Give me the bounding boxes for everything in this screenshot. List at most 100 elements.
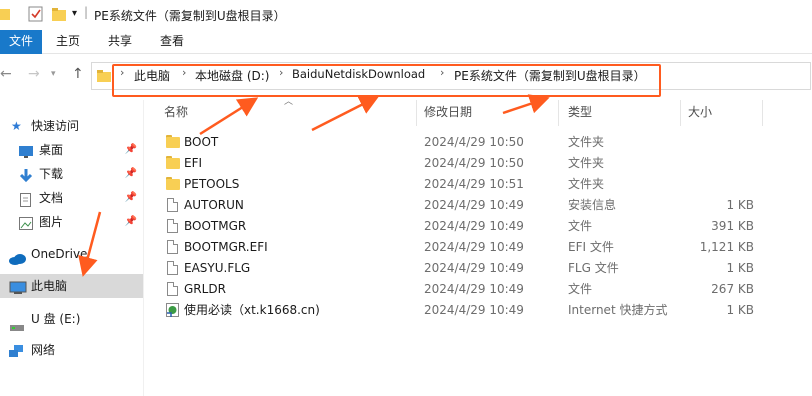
file-type: 文件夹 (568, 177, 605, 191)
folder-icon (166, 156, 180, 171)
sidebar-item-this-pc[interactable]: 此电脑 (0, 274, 143, 298)
file-row[interactable]: BOOTMGR.EFI 2024/4/29 10:49 EFI 文件 1,121 KB (160, 237, 760, 258)
file-date: 2024/4/29 10:49 (424, 261, 524, 275)
new-folder-icon[interactable] (51, 6, 67, 25)
file-type: 文件夹 (568, 135, 605, 149)
cloud-icon (9, 249, 27, 273)
tab-home[interactable]: 主页 (52, 30, 84, 54)
navigation-bar: ← → ▾ ↑ › 此电脑 › 本地磁盘 (D:) › BaiduNetdisk… (0, 54, 812, 98)
file-date: 2024/4/29 10:49 (424, 282, 524, 296)
sidebar-item-label: OneDrive (31, 247, 88, 261)
sidebar-item-label: 文档 (39, 191, 64, 205)
breadcrumb-local-disk[interactable]: 本地磁盘 (D:) (195, 67, 269, 84)
file-row[interactable]: PETOOLS 2024/4/29 10:51 文件夹 (160, 174, 760, 195)
pin-icon[interactable]: 📌 (125, 138, 137, 162)
file-type: EFI 文件 (568, 240, 614, 254)
pin-icon[interactable]: 📌 (125, 186, 137, 210)
star-icon: ★ (11, 119, 22, 133)
file-name: 使用必读（xt.k1668.cn) (184, 303, 320, 317)
breadcrumb-chevron-icon[interactable]: › (279, 66, 283, 79)
sidebar-item-quick-access[interactable]: ★ 快速访问 (0, 114, 143, 138)
network-icon (9, 343, 25, 367)
file-type: 文件 (568, 282, 593, 296)
column-header-name[interactable]: 名称 (164, 100, 188, 124)
sidebar-item-label: 图片 (39, 215, 64, 229)
folder-icon (166, 135, 180, 150)
file-row[interactable]: AUTORUN 2024/4/29 10:49 安装信息 1 KB (160, 195, 760, 216)
file-date: 2024/4/29 10:49 (424, 240, 524, 254)
column-divider[interactable] (558, 100, 559, 126)
arrow-to-local-disk (199, 97, 259, 136)
pin-icon[interactable]: 📌 (125, 162, 137, 186)
pane-divider[interactable] (143, 100, 144, 396)
file-row[interactable]: BOOTMGR 2024/4/29 10:49 文件 391 KB (160, 216, 760, 237)
file-name: PETOOLS (184, 177, 240, 191)
recent-locations-chevron-icon[interactable]: ▾ (51, 69, 56, 79)
file-type: Internet 快捷方式 (568, 303, 668, 317)
file-type: 文件 (568, 219, 593, 233)
file-date: 2024/4/29 10:49 (424, 219, 524, 233)
file-row[interactable]: EASYU.FLG 2024/4/29 10:49 FLG 文件 1 KB (160, 258, 760, 279)
file-name: EFI (184, 156, 203, 170)
file-size: 1 KB (726, 261, 754, 275)
tab-share[interactable]: 共享 (104, 30, 136, 54)
breadcrumb-baidunetdiskdownload[interactable]: BaiduNetdiskDownload (292, 67, 425, 81)
properties-icon[interactable] (28, 6, 44, 25)
file-row[interactable]: GRLDR 2024/4/29 10:49 文件 267 KB (160, 279, 760, 300)
computer-icon (9, 279, 27, 303)
file-type: 安装信息 (568, 198, 617, 212)
file-date: 2024/4/29 10:51 (424, 177, 524, 191)
tab-view[interactable]: 查看 (156, 30, 188, 54)
file-row[interactable]: 使用必读（xt.k1668.cn) 2024/4/29 10:49 Internet… (160, 300, 760, 321)
sidebar-item-pictures[interactable]: 图片 📌 (0, 210, 143, 234)
sidebar-item-network[interactable]: 网络 (0, 338, 143, 362)
sidebar-item-label: 快速访问 (31, 119, 80, 133)
up-arrow-icon[interactable]: ↑ (72, 66, 84, 82)
breadcrumb-this-pc[interactable]: 此电脑 (134, 67, 170, 84)
sidebar-item-usb-drive[interactable]: U 盘 (E:) (0, 307, 143, 331)
customize-quick-access-icon[interactable]: ▾ (72, 8, 77, 19)
file-row[interactable]: EFI 2024/4/29 10:50 文件夹 (160, 153, 760, 174)
file-size: 1 KB (726, 303, 754, 317)
file-name: AUTORUN (184, 198, 244, 212)
file-date: 2024/4/29 10:50 (424, 135, 524, 149)
arrow-to-current-folder (502, 94, 550, 115)
file-size: 267 KB (711, 282, 754, 296)
folder-icon (166, 177, 180, 192)
breadcrumb-current-folder[interactable]: PE系统文件（需复制到U盘根目录） (454, 67, 646, 84)
file-size: 1 KB (726, 198, 754, 212)
file-icon (166, 282, 180, 297)
sidebar-item-desktop[interactable]: 桌面 📌 (0, 138, 143, 162)
column-header-size[interactable]: 大小 (688, 100, 712, 124)
forward-arrow-icon[interactable]: → (28, 66, 40, 82)
address-folder-icon (97, 69, 111, 86)
pin-icon[interactable]: 📌 (125, 210, 137, 234)
sidebar-item-documents[interactable]: 文档 📌 (0, 186, 143, 210)
usb-drive-icon (10, 316, 24, 340)
window-title: PE系统文件（需复制到U盘根目录） (94, 9, 286, 23)
sidebar-item-label: 桌面 (39, 143, 64, 157)
sidebar-item-onedrive[interactable]: OneDrive (0, 242, 143, 266)
title-separator: | (84, 5, 89, 19)
file-row[interactable]: BOOT 2024/4/29 10:50 文件夹 (160, 132, 760, 153)
back-arrow-icon[interactable]: ← (0, 66, 12, 82)
sidebar-item-label: 网络 (31, 343, 56, 357)
column-header-date[interactable]: 修改日期 (424, 100, 472, 124)
file-icon (166, 198, 180, 213)
column-divider[interactable] (416, 100, 417, 126)
file-date: 2024/4/29 10:49 (424, 198, 524, 212)
file-name: BOOT (184, 135, 219, 149)
tab-file[interactable]: 文件 (0, 30, 42, 54)
sidebar-item-label: U 盘 (E:) (31, 312, 81, 326)
breadcrumb-chevron-icon[interactable]: › (120, 66, 124, 79)
column-header-type[interactable]: 类型 (568, 100, 592, 124)
shortcut-icon (166, 303, 180, 318)
navigation-pane: ★ 快速访问 桌面 📌 下载 📌 文档 📌 图片 📌 OneDrive 此电脑 … (0, 100, 143, 396)
arrow-to-baidunetdiskdownload (311, 95, 380, 132)
column-divider[interactable] (680, 100, 681, 126)
breadcrumb-chevron-icon[interactable]: › (440, 66, 444, 79)
folder-icon[interactable] (0, 6, 10, 25)
column-divider[interactable] (762, 100, 763, 126)
breadcrumb-chevron-icon[interactable]: › (182, 66, 186, 79)
sidebar-item-downloads[interactable]: 下载 📌 (0, 162, 143, 186)
